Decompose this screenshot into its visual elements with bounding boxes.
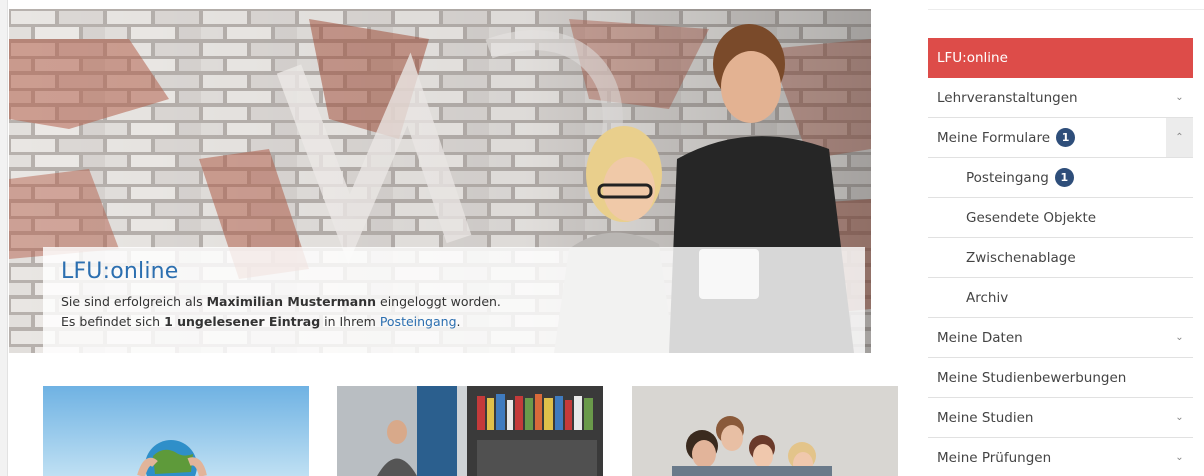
sidebar-item-zwischenablage[interactable]: Zwischenablage: [928, 238, 1193, 278]
sidebar-item-meine-formulare[interactable]: Meine Formulare 1 ⌃: [928, 118, 1193, 158]
sidebar-item-label: Meine Prüfungen: [937, 449, 1052, 466]
login-text-suffix: eingeloggt worden.: [376, 294, 501, 309]
sidebar-item-label: Meine Studienbewerbungen: [937, 369, 1127, 386]
sidebar-item-label: Gesendete Objekte: [966, 209, 1097, 226]
unread-text-end: .: [456, 314, 461, 329]
sidebar-top-rule: [928, 9, 1204, 10]
login-message: Sie sind erfolgreich als Maximilian Must…: [61, 292, 847, 312]
tile-library[interactable]: [337, 386, 603, 476]
sidebar-nav: LFU:online Lehrveranstaltungen ⌄ Meine F…: [928, 38, 1193, 476]
tile-globe[interactable]: [43, 386, 309, 476]
sidebar-item-label: Zwischenablage: [966, 249, 1076, 266]
sidebar-item-posteingang[interactable]: Posteingang 1: [928, 158, 1193, 198]
sidebar-item-gesendete-objekte[interactable]: Gesendete Objekte: [928, 198, 1193, 238]
sidebar-item-archiv[interactable]: Archiv: [928, 278, 1193, 318]
notification-badge: 1: [1054, 168, 1074, 187]
sidebar-item-label: Lehrveranstaltungen: [937, 89, 1078, 106]
login-text-prefix: Sie sind erfolgreich als: [61, 294, 207, 309]
sidebar-item-label: Meine Studien: [937, 409, 1034, 426]
chevron-down-icon[interactable]: ⌄: [1166, 78, 1193, 117]
sidebar-item-meine-pruefungen[interactable]: Meine Prüfungen ⌄: [928, 438, 1193, 476]
hero-banner: LFU:online Sie sind erfolgreich als Maxi…: [9, 9, 871, 353]
page-title: LFU:online: [61, 259, 179, 284]
sidebar-item-lfu-online[interactable]: LFU:online: [928, 38, 1193, 78]
sidebar-item-label: Posteingang: [966, 169, 1049, 186]
welcome-panel: LFU:online Sie sind erfolgreich als Maxi…: [43, 247, 865, 353]
unread-text-prefix: Es befindet sich: [61, 314, 165, 329]
notification-badge: 1: [1056, 128, 1076, 147]
sidebar-item-lehrveranstaltungen[interactable]: Lehrveranstaltungen ⌄: [928, 78, 1193, 118]
sidebar-item-label: Meine Formulare: [937, 129, 1051, 146]
globe-image: [43, 386, 309, 476]
chevron-down-icon[interactable]: ⌄: [1166, 318, 1193, 357]
sidebar-item-label: Archiv: [966, 289, 1009, 306]
inbox-link[interactable]: Posteingang: [380, 314, 457, 329]
unread-count-text: 1 ungelesener Eintrag: [164, 314, 321, 329]
sidebar-item-meine-daten[interactable]: Meine Daten ⌄: [928, 318, 1193, 358]
unread-message: Es befindet sich 1 ungelesener Eintrag i…: [61, 312, 847, 332]
students-image: [632, 386, 898, 476]
sidebar-item-label: LFU:online: [937, 50, 1008, 66]
sidebar-item-meine-studienbewerbungen[interactable]: Meine Studienbewerbungen: [928, 358, 1193, 398]
unread-text-mid: in Ihrem: [320, 314, 380, 329]
chevron-down-icon[interactable]: ⌄: [1166, 438, 1193, 476]
library-image: [337, 386, 603, 476]
tile-students[interactable]: [632, 386, 898, 476]
chevron-up-icon[interactable]: ⌃: [1166, 118, 1193, 157]
sidebar-item-meine-studien[interactable]: Meine Studien ⌄: [928, 398, 1193, 438]
page-left-border: [0, 0, 8, 476]
sidebar-item-label: Meine Daten: [937, 329, 1023, 346]
chevron-down-icon[interactable]: ⌄: [1166, 398, 1193, 437]
user-name: Maximilian Mustermann: [206, 294, 377, 309]
